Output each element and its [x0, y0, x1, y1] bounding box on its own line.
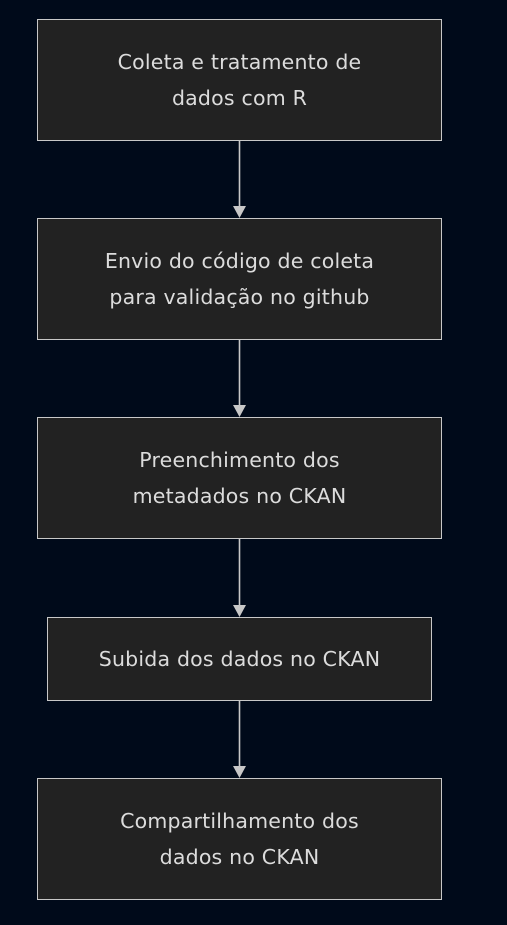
node-label-line: Coleta e tratamento de — [117, 50, 362, 74]
node-label-line: Preenchimento dos — [139, 448, 340, 472]
node-label: Subida dos dados no CKAN — [99, 641, 381, 677]
node-label: Preenchimento dos metadados no CKAN — [133, 442, 347, 514]
node-code-submission: Envio do código de coleta para validação… — [37, 218, 442, 340]
node-label-line: para validação no github — [109, 285, 370, 309]
node-data-collection: Coleta e tratamento de dados com R — [37, 19, 442, 141]
node-label: Compartilhamento dos dados no CKAN — [120, 803, 359, 875]
node-data-upload: Subida dos dados no CKAN — [47, 617, 432, 701]
node-data-sharing: Compartilhamento dos dados no CKAN — [37, 778, 442, 900]
node-label-line: Subida dos dados no CKAN — [98, 647, 381, 671]
arrow-head-icon — [233, 206, 246, 218]
edge-n3-n4 — [233, 539, 246, 617]
arrow-head-icon — [233, 766, 246, 778]
edge-n1-n2 — [233, 141, 246, 218]
edge-n2-n3 — [233, 340, 246, 417]
arrow-head-icon — [233, 605, 246, 617]
node-label-line: metadados no CKAN — [132, 484, 347, 508]
node-metadata-filling: Preenchimento dos metadados no CKAN — [37, 417, 442, 539]
node-label-line: dados com R — [171, 86, 308, 110]
node-label-line: dados no CKAN — [159, 845, 320, 869]
node-label-line: Compartilhamento dos — [120, 809, 359, 833]
arrow-head-icon — [233, 405, 246, 417]
node-label: Coleta e tratamento de dados com R — [118, 44, 362, 116]
edge-n4-n5 — [233, 701, 246, 778]
node-label-line: Envio do código de coleta — [104, 249, 375, 273]
node-label: Envio do código de coleta para validação… — [105, 243, 374, 315]
flowchart-canvas: Coleta e tratamento de dados com R Envio… — [0, 0, 507, 925]
